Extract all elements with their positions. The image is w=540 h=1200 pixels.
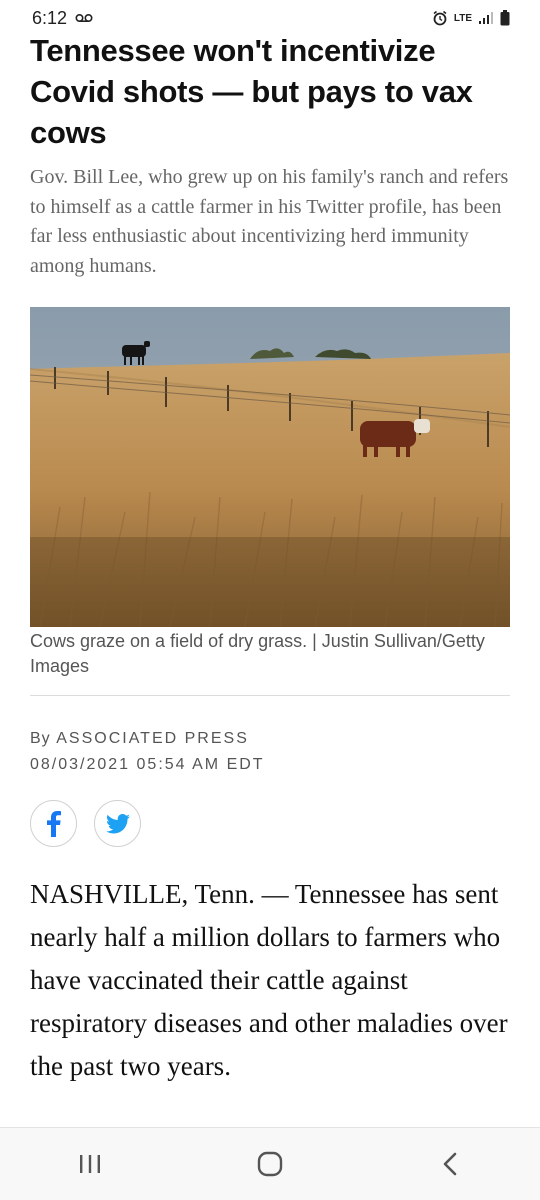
byline: By ASSOCIATED PRESS 08/03/2021 05:54 AM … [30,726,510,778]
android-nav-bar [0,1127,540,1200]
home-button[interactable] [240,1134,300,1194]
byline-prefix: By [30,730,51,747]
author-link[interactable]: ASSOCIATED PRESS [56,730,249,747]
network-type: LTE [453,12,472,24]
recents-icon [80,1155,100,1173]
cows-field-image [30,307,510,627]
twitter-share-button[interactable] [94,800,141,847]
photo-caption: Cows graze on a field of dry grass. | Ju… [30,631,485,676]
article-body: NASHVILLE, Tenn. — Tennessee has sent ne… [30,879,508,1081]
facebook-share-button[interactable] [30,800,77,847]
voicemail-icon [75,13,93,23]
back-button[interactable] [420,1134,480,1194]
back-icon [443,1152,457,1176]
home-icon [257,1151,283,1177]
article-photo [30,307,510,627]
recents-button[interactable] [60,1134,120,1194]
divider [30,695,510,696]
headline: Tennessee won't incentivize Covid shots … [30,33,473,150]
share-buttons [30,800,510,847]
publish-timestamp: 08/03/2021 05:54 AM EDT [30,756,265,773]
clock: 6:12 [32,7,68,28]
article-dek: Gov. Bill Lee, who grew up on his family… [30,166,509,277]
alarm-icon [433,10,447,26]
battery-icon [500,10,510,26]
twitter-icon [105,813,130,833]
facebook-icon [46,810,61,837]
article: Tennessee won't incentivize Covid shots … [30,30,510,1088]
signal-icon [479,12,493,24]
